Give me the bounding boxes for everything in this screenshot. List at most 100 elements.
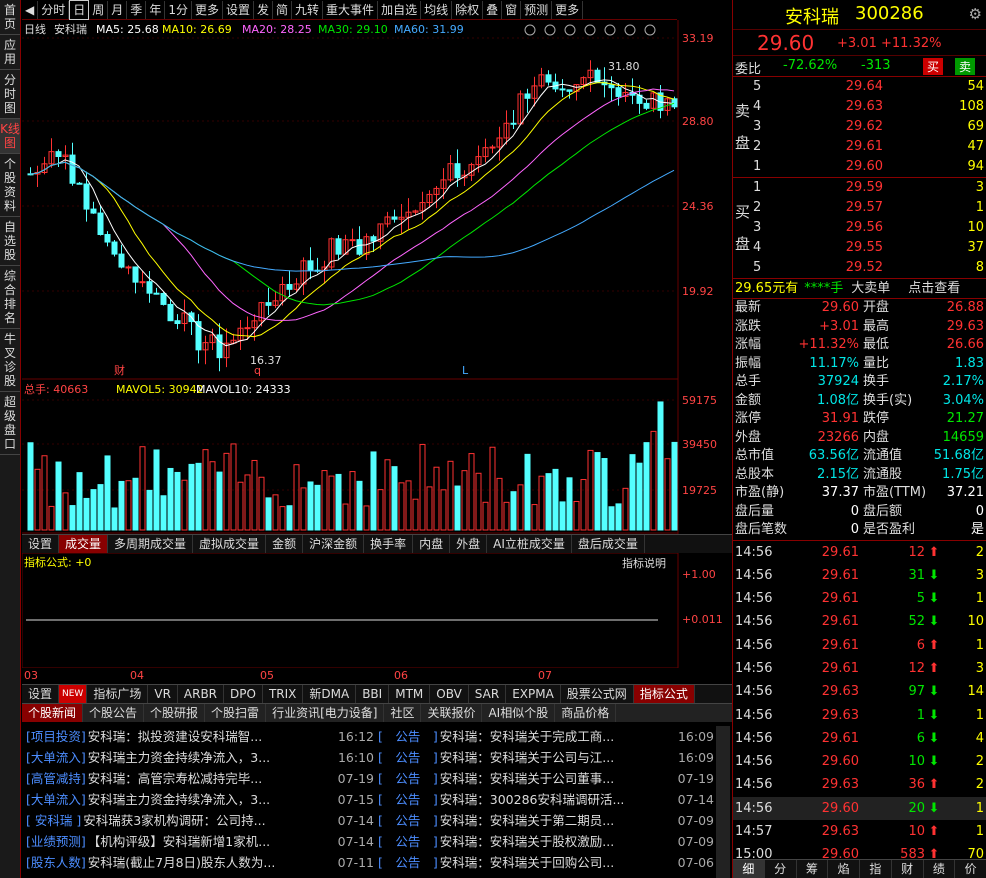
detail-tab[interactable]: 焰 [828,860,860,878]
news-tab[interactable]: AI相似个股 [482,704,556,722]
indicator-tab[interactable]: TRIX [263,685,304,703]
big-order-price: 29.65元有 [735,281,799,296]
left-nav-item[interactable]: 超级盘口 [0,392,20,455]
detail-tab[interactable]: 指 [860,860,892,878]
toolbar-item[interactable]: 预测 [521,0,553,19]
stat-row: 金额 1.08亿 换手(实) 3.04% [733,392,986,411]
settings-gear-icon[interactable]: ⚙ [969,5,982,23]
left-nav-item[interactable]: 首页 [0,0,20,35]
volume-tab[interactable]: 沪深金额 [303,535,365,553]
news-tab[interactable]: 个股新闻 [22,704,84,722]
indicator-tab[interactable]: 设置 [22,685,60,703]
news-item[interactable]: [ 公告 ] 安科瑞：安科瑞关于回购公司... 07-06 [378,852,714,873]
indicator-tab[interactable]: 股票公式网 [561,685,634,703]
news-tab[interactable]: 行业资讯[电力设备] [266,704,385,722]
left-nav-item[interactable]: 应用 [0,35,20,70]
indicator-tab[interactable]: 新DMA [303,685,357,703]
left-nav-item[interactable]: 综合排名 [0,266,20,329]
toolbar-item[interactable]: 加自选 [378,0,422,19]
news-item[interactable]: [ 安科瑞 ] 安科瑞获3家机构调研：公司持... 07-14 [26,810,374,831]
volume-tab[interactable]: 金额 [266,535,304,553]
toolbar-item[interactable]: 简 [273,0,293,19]
detail-tab[interactable]: 分 [765,860,797,878]
volume-tab[interactable]: 成交量 [59,535,109,553]
toolbar-item[interactable]: 更多 [552,0,584,19]
indicator-tab[interactable]: DPO [224,685,263,703]
news-item[interactable]: [大单流入] 安科瑞主力资金持续净流入，3... 16:10 [26,747,374,768]
volume-tab[interactable]: 内盘 [413,535,451,553]
toolbar-item[interactable]: 1分 [165,0,192,19]
news-item[interactable]: [ 公告 ] 安科瑞：安科瑞关于股权激励... 07-09 [378,831,714,852]
toolbar-item[interactable]: 更多 [192,0,223,19]
toolbar-item[interactable]: 日 [69,0,90,20]
news-item[interactable]: [项目投资] 安科瑞：拟投资建设安科瑞智... 16:12 [26,726,374,747]
buy-button[interactable]: 买 [923,58,944,75]
news-item[interactable]: [业绩预测] 【机构评级】安科瑞新增1家机... 07-14 [26,831,374,852]
news-item[interactable]: [ 公告 ] 安科瑞：安科瑞关于公司董事... 07-19 [378,768,714,789]
toolbar-item[interactable]: 九转 [292,0,324,19]
news-tab[interactable]: 商品价格 [555,704,617,722]
toolbar-item[interactable]: 除权 [452,0,484,19]
volume-tab[interactable]: 多周期成交量 [108,535,194,553]
indicator-tab[interactable]: 指标公式 [633,685,695,703]
toolbar-item[interactable]: 年 [146,0,166,19]
news-item[interactable]: [股东人数] 安科瑞(截止7月8日)股东人数为... 07-11 [26,852,374,873]
detail-tab[interactable]: 价 [955,860,986,878]
indicator-tab[interactable]: OBV [430,685,469,703]
volume-tab[interactable]: 盘后成交量 [572,535,645,553]
order-level: 4 [753,99,762,114]
news-tab[interactable]: 个股研报 [144,704,206,722]
left-nav-item[interactable]: 牛叉诊股 [0,329,20,392]
toolbar-item[interactable]: 分时 [38,0,70,19]
left-nav-item[interactable]: 自选股 [0,217,20,266]
indicator-tab[interactable]: BBI [356,685,390,703]
toolbar-item[interactable]: 发 [254,0,274,19]
detail-tab[interactable]: 绩 [924,860,956,878]
toolbar-item[interactable]: 重大事件 [323,0,379,19]
news-item[interactable]: [ 公告 ] 安科瑞：安科瑞关于公司与江... 16:09 [378,747,714,768]
indicator-tab[interactable]: MTM [389,685,431,703]
toolbar-back-icon[interactable]: ◀ [22,0,39,19]
volume-tab[interactable]: 设置 [22,535,60,553]
indicator-explain-button[interactable]: 指标说明 [622,556,666,570]
news-date: 16:10 [337,750,374,765]
volume-tab[interactable]: 外盘 [450,535,488,553]
toolbar-item[interactable]: 设置 [223,0,254,19]
volume-tab[interactable]: 虚拟成交量 [193,535,267,553]
toolbar-item[interactable]: 周 [89,0,109,19]
news-item[interactable]: [高管减持] 安科瑞：高管宗寿松减持完毕... 07-19 [26,768,374,789]
left-nav-item[interactable]: 分时图 [0,70,20,119]
volume-tab[interactable]: AI立桩成交量 [487,535,572,553]
kline-chart[interactable]: 日线 安科瑞 MA5: 25.68 MA10: 26.69 MA20: 28.25 MA3… [22,20,732,534]
indicator-tab[interactable]: 指标广场 [87,685,149,703]
indicator-tab[interactable]: SAR [469,685,507,703]
big-order-link[interactable]: 点击查看 [908,279,960,298]
news-tab[interactable]: 关联报价 [421,704,483,722]
left-nav-item[interactable]: K线图 [0,119,20,154]
news-item[interactable]: [ 公告 ] 安科瑞：安科瑞关于第二期员... 07-09 [378,810,714,831]
sell-button[interactable]: 卖 [955,58,976,75]
toolbar-item[interactable]: 季 [127,0,147,19]
indicator-tab[interactable]: ARBR [178,685,225,703]
toolbar-item[interactable]: 叠 [483,0,503,19]
indicator-tab[interactable]: NEW [59,685,88,703]
indicator-tab[interactable]: VR [148,685,178,703]
news-item[interactable]: [大单流入] 安科瑞主力资金持续净流入，3... 07-15 [26,789,374,810]
indicator-tab[interactable]: EXPMA [506,685,561,703]
left-nav-item[interactable]: 个股资料 [0,154,20,217]
toolbar-item[interactable]: 窗 [502,0,522,19]
toolbar-item[interactable]: 均线 [421,0,453,19]
indicator-axis-label: +0.011 [682,613,723,626]
news-tab[interactable]: 个股公告 [83,704,145,722]
volume-bar [195,462,202,531]
news-item[interactable]: [ 公告 ] 安科瑞：300286安科瑞调研活... 07-14 [378,789,714,810]
volume-tab[interactable]: 换手率 [364,535,414,553]
news-item[interactable]: [ 公告 ] 安科瑞：安科瑞关于完成工商... 16:09 [378,726,714,747]
news-tab[interactable]: 个股扫雷 [205,704,267,722]
toolbar-item[interactable]: 月 [108,0,128,19]
news-scrollbar[interactable] [716,726,730,878]
news-tab[interactable]: 社区 [384,704,422,722]
detail-tab[interactable]: 财 [892,860,924,878]
detail-tab[interactable]: 细 [733,860,765,878]
detail-tab[interactable]: 筹 [797,860,829,878]
